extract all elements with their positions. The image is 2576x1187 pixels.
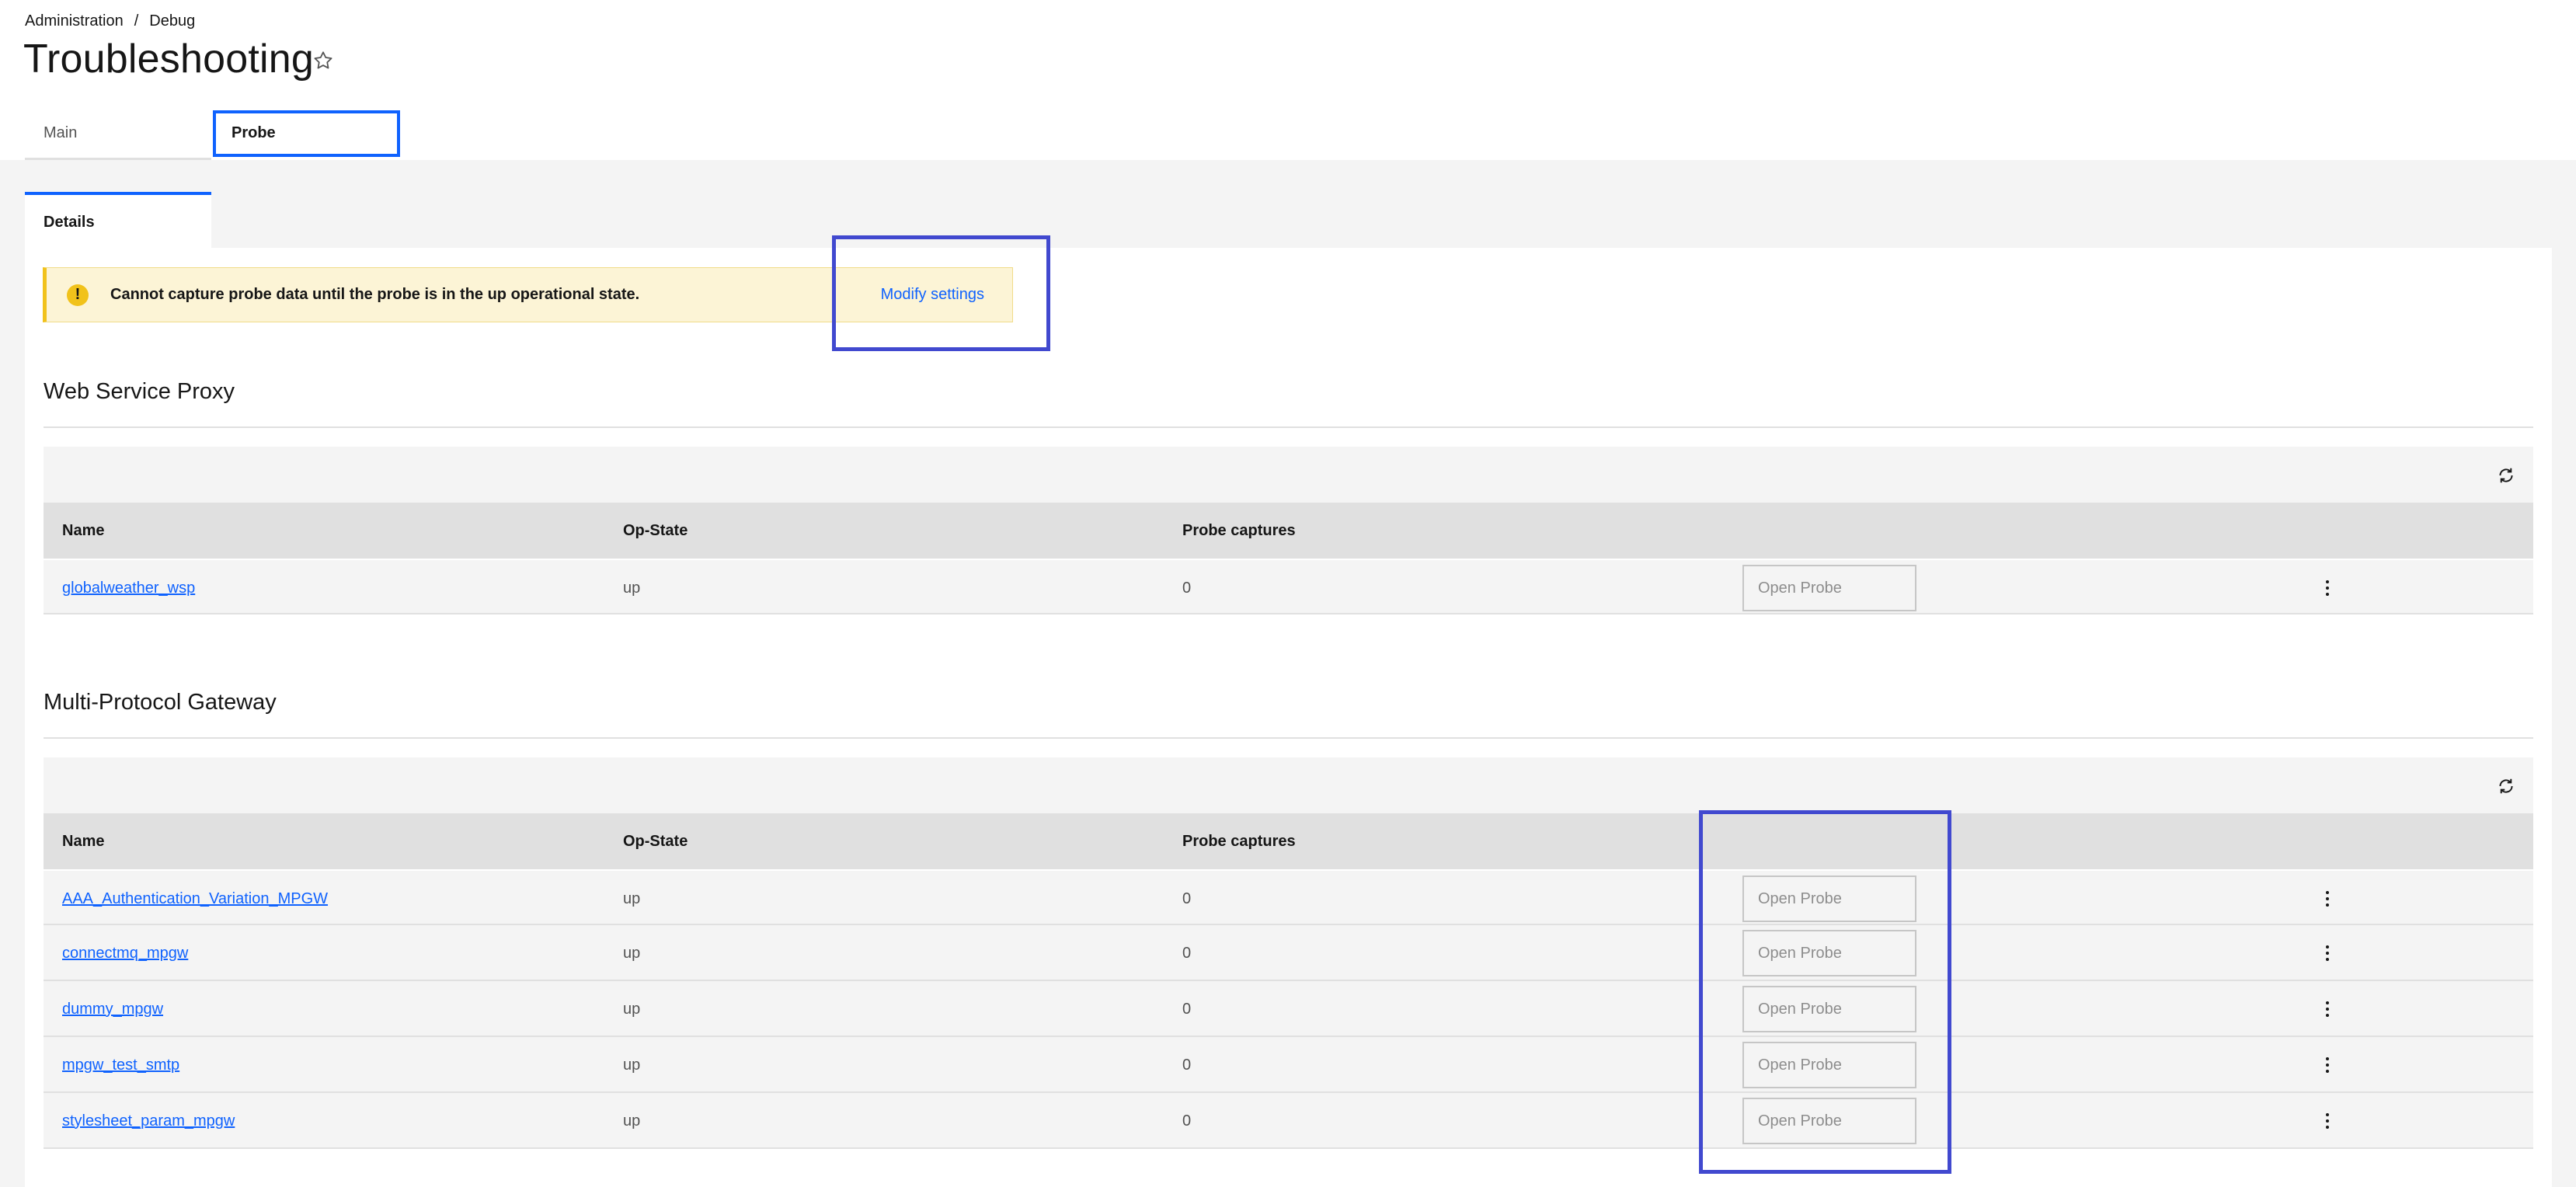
open-probe-button[interactable]: Open Probe — [1742, 1042, 1916, 1088]
row-name-link[interactable]: connectmq_mpgw — [62, 945, 188, 962]
table-row: globalweather_wsp up 0 Open Probe — [44, 559, 2533, 614]
overflow-menu-icon[interactable] — [2320, 997, 2335, 1021]
table-row: dummy_mpgw up 0 Open Probe — [44, 981, 2533, 1037]
row-op-state: up — [623, 579, 641, 597]
table-row: AAA_Authentication_Variation_MPGW up 0 O… — [44, 869, 2533, 925]
section-divider — [44, 737, 2533, 739]
row-name-link[interactable]: mpgw_test_smtp — [62, 1056, 179, 1074]
breadcrumb-separator: / — [134, 12, 139, 30]
table-row: mpgw_test_smtp up 0 Open Probe — [44, 1037, 2533, 1093]
row-op-state: up — [623, 1000, 641, 1018]
breadcrumb-item-debug[interactable]: Debug — [149, 12, 195, 30]
table-row: connectmq_mpgw up 0 Open Probe — [44, 925, 2533, 981]
notification-message: Cannot capture probe data until the prob… — [110, 286, 640, 303]
open-probe-button[interactable]: Open Probe — [1742, 986, 1916, 1032]
column-header-probe-captures[interactable]: Probe captures — [1182, 503, 1296, 559]
row-name-link[interactable]: globalweather_wsp — [62, 580, 195, 597]
section-heading-wsp: Web Service Proxy — [44, 379, 235, 404]
table-toolbar — [44, 447, 2533, 503]
row-op-state: up — [623, 944, 641, 962]
row-probe-captures: 0 — [1182, 889, 1192, 907]
row-op-state: up — [623, 1112, 641, 1130]
column-header-op-state[interactable]: Op-State — [623, 813, 688, 869]
row-probe-captures: 0 — [1182, 944, 1192, 962]
open-probe-button[interactable]: Open Probe — [1742, 930, 1916, 976]
overflow-menu-icon[interactable] — [2320, 887, 2335, 910]
section-heading-mpg: Multi-Protocol Gateway — [44, 690, 277, 715]
mpg-table: Name Op-State Probe captures AAA_Authent… — [44, 757, 2533, 1149]
column-header-probe-captures[interactable]: Probe captures — [1182, 813, 1296, 869]
table-header: Name Op-State Probe captures — [44, 503, 2533, 559]
tab-main[interactable]: Main — [25, 109, 211, 160]
refresh-icon[interactable] — [2496, 465, 2516, 486]
open-probe-button[interactable]: Open Probe — [1742, 875, 1916, 922]
modify-settings-button[interactable]: Modify settings — [881, 268, 984, 322]
row-probe-captures: 0 — [1182, 1112, 1192, 1130]
page-title: Troubleshooting — [23, 37, 314, 82]
refresh-icon[interactable] — [2496, 776, 2516, 796]
row-op-state: up — [623, 889, 641, 907]
overflow-menu-icon[interactable] — [2320, 1109, 2335, 1133]
row-name-link[interactable]: AAA_Authentication_Variation_MPGW — [62, 890, 328, 908]
column-header-name[interactable]: Name — [62, 503, 104, 559]
breadcrumb: Administration / Debug — [25, 12, 195, 30]
column-header-name[interactable]: Name — [62, 813, 104, 869]
table-row: stylesheet_param_mpgw up 0 Open Probe — [44, 1093, 2533, 1149]
star-icon[interactable] — [312, 50, 334, 71]
section-divider — [44, 426, 2533, 428]
row-op-state: up — [623, 1056, 641, 1074]
tab-details[interactable]: Details — [25, 192, 211, 249]
warning-notification: ! Cannot capture probe data until the pr… — [43, 267, 1013, 322]
overflow-menu-icon[interactable] — [2320, 1053, 2335, 1077]
table-toolbar — [44, 757, 2533, 813]
row-name-link[interactable]: dummy_mpgw — [62, 1001, 163, 1018]
breadcrumb-item-administration[interactable]: Administration — [25, 12, 124, 30]
tab-probe[interactable]: Probe — [213, 110, 400, 157]
row-probe-captures: 0 — [1182, 1056, 1192, 1074]
wsp-table: Name Op-State Probe captures globalweath… — [44, 447, 2533, 614]
overflow-menu-icon[interactable] — [2320, 942, 2335, 965]
row-name-link[interactable]: stylesheet_param_mpgw — [62, 1112, 235, 1130]
column-header-op-state[interactable]: Op-State — [623, 503, 688, 559]
row-probe-captures: 0 — [1182, 1000, 1192, 1018]
table-header: Name Op-State Probe captures — [44, 813, 2533, 869]
overflow-menu-icon[interactable] — [2320, 576, 2335, 600]
open-probe-button[interactable]: Open Probe — [1742, 1098, 1916, 1144]
top-tabs: Main Probe — [25, 109, 400, 160]
warning-icon: ! — [67, 284, 89, 306]
open-probe-button[interactable]: Open Probe — [1742, 565, 1916, 611]
row-probe-captures: 0 — [1182, 579, 1192, 597]
